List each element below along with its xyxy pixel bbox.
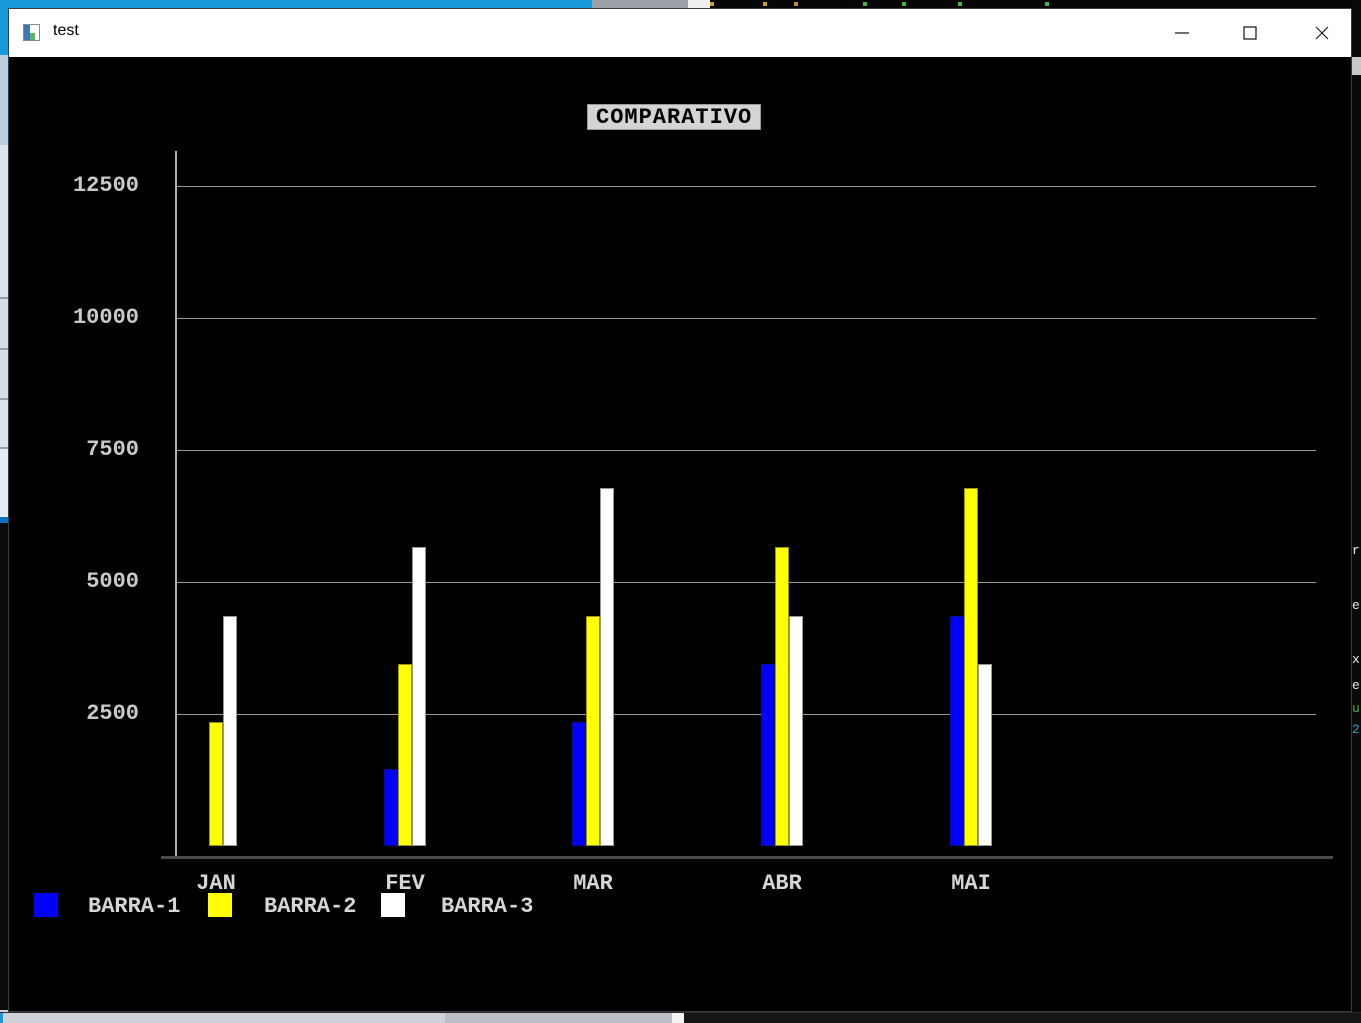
window-titlebar[interactable]: test [9, 9, 1351, 57]
test-window: test COMPARATIVO 2500 5000 7500 10000 12… [8, 8, 1352, 1012]
terminal-char: r [1352, 543, 1360, 558]
bar-barra-2-abr [775, 547, 789, 846]
app-icon-green-part [30, 33, 35, 40]
legend-label-barra-3: BARRA-3 [441, 894, 534, 919]
bottom-strip-segment [445, 1013, 672, 1023]
gridline-10000 [176, 318, 1316, 319]
minimize-button[interactable] [1157, 9, 1207, 57]
bar-barra-3-fev [412, 547, 426, 846]
gridline-5000 [176, 582, 1316, 583]
window-title: test [53, 22, 79, 39]
bar-barra-1-abr [761, 664, 775, 846]
y-axis-line [175, 151, 177, 857]
legend-swatch-barra-3 [381, 893, 405, 917]
bar-barra-2-jan [209, 722, 223, 846]
maximize-icon [1243, 26, 1257, 40]
desktop-screenshot: r e x e u 2 test COMPARATIVO 2500 5000 7… [0, 0, 1361, 1023]
bottom-strip-segment [3, 1013, 445, 1023]
terminal-text-fragment [763, 2, 767, 6]
bottom-strip-segment [672, 1013, 684, 1023]
bar-barra-3-mar [600, 488, 614, 846]
bar-barra-3-mai [978, 664, 992, 846]
terminal-char: 2 [1352, 722, 1360, 737]
gridline-7500 [176, 450, 1316, 451]
close-icon [1315, 26, 1329, 40]
bar-barra-1-mar [572, 722, 586, 846]
x-axis-line [161, 856, 1333, 859]
terminal-text-fragment [958, 2, 962, 6]
terminal-text-fragment [1045, 2, 1049, 6]
terminal-char: e [1352, 598, 1360, 613]
gridline-12500 [176, 186, 1316, 187]
maximize-button[interactable] [1225, 9, 1275, 57]
background-top-strip-terminal [710, 0, 1361, 8]
chart-client-area: COMPARATIVO 2500 5000 7500 10000 12500 JAN FEV… [9, 57, 1351, 1011]
bar-barra-3-jan [223, 616, 237, 846]
bar-barra-2-mai [964, 488, 978, 846]
bar-barra-2-fev [398, 664, 412, 846]
terminal-char: x [1352, 652, 1360, 667]
legend-swatch-barra-2 [208, 893, 232, 917]
minimize-icon [1175, 32, 1189, 34]
y-tick-label-2500: 2500 [86, 701, 139, 726]
background-top-strip-blue [0, 0, 592, 8]
left-strip-segment [0, 299, 8, 348]
left-strip-segment [0, 400, 8, 447]
left-strip-segment [0, 55, 8, 145]
background-left-strip [0, 0, 8, 1023]
background-right-strip-terminal: r e x e u 2 [1352, 0, 1361, 1012]
terminal-text-fragment [794, 2, 798, 6]
y-tick-label-10000: 10000 [72, 305, 139, 330]
left-strip-segment [0, 145, 8, 297]
bar-barra-3-abr [789, 616, 803, 846]
left-strip-segment [0, 0, 8, 55]
close-button[interactable] [1297, 9, 1347, 57]
y-tick-label-12500: 12500 [72, 173, 139, 198]
bar-barra-1-mai [950, 616, 964, 846]
terminal-char: e [1352, 678, 1360, 693]
gridline-2500 [176, 714, 1316, 715]
plot-area: 2500 5000 7500 10000 12500 JAN FEV MAR ABR MAI BAR… [9, 57, 1351, 1011]
legend-label-barra-1: BARRA-1 [88, 894, 181, 919]
legend-label-barra-2: BARRA-2 [264, 894, 357, 919]
terminal-text-fragment [902, 2, 906, 6]
x-label-mai: MAI [951, 871, 991, 896]
terminal-text-fragment [863, 2, 867, 6]
terminal-char: u [1352, 701, 1360, 716]
legend-swatch-barra-1 [34, 893, 58, 917]
terminal-text-fragment [710, 2, 714, 6]
x-label-abr: ABR [762, 871, 802, 896]
background-top-strip-gray [592, 0, 688, 8]
app-icon [23, 24, 40, 41]
bar-barra-1-fev [384, 769, 398, 846]
y-tick-label-7500: 7500 [86, 437, 139, 462]
left-strip-segment [0, 449, 8, 517]
left-strip-segment [0, 350, 8, 398]
left-strip-separator [0, 517, 8, 523]
background-top-strip-white [688, 0, 710, 8]
y-tick-label-5000: 5000 [86, 569, 139, 594]
x-label-fev: FEV [385, 871, 425, 896]
bar-barra-2-mar [586, 616, 600, 846]
background-bottom-strip [0, 1012, 1361, 1023]
x-label-mar: MAR [573, 871, 613, 896]
right-strip-segment [1352, 57, 1361, 75]
